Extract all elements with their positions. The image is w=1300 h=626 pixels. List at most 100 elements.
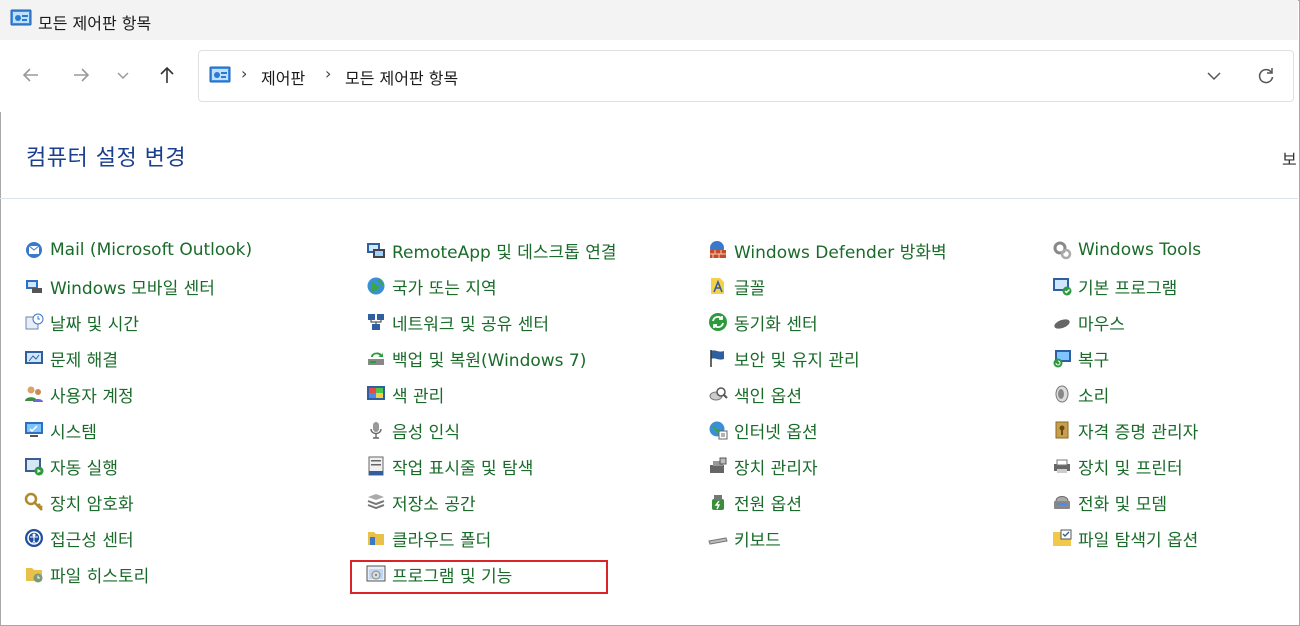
remoteapp-icon: [367, 243, 385, 258]
device-manager-icon: [710, 457, 727, 473]
item-devices-printers[interactable]: 장치 및 프린터: [1052, 448, 1300, 484]
network-icon: [368, 314, 384, 330]
system-icon: [25, 422, 43, 437]
item-windows-tools[interactable]: Windows Tools: [1052, 232, 1300, 268]
default-programs-icon: [1053, 278, 1072, 296]
devices-printers-icon: [1054, 459, 1070, 473]
item-fonts[interactable]: 글꼴: [708, 268, 1038, 304]
autoplay-icon: [25, 458, 44, 476]
arrow-left-icon: [22, 68, 38, 82]
page-title: 컴퓨터 설정 변경: [26, 146, 187, 171]
divider: [0, 198, 1298, 199]
item-device-manager[interactable]: 장치 관리자: [708, 448, 1038, 484]
breadcrumb-all-items[interactable]: 모든 제어판 항목: [345, 65, 458, 89]
keyboard-icon: [708, 537, 728, 545]
color-management-icon: [367, 386, 385, 400]
taskbar-icon: [368, 456, 384, 476]
item-device-encryption[interactable]: 장치 암호화: [24, 484, 354, 520]
items-column-2: RemoteApp 및 데스크톱 연결 국가 또는 지역 네트워크 및 공유 센…: [366, 232, 696, 592]
sync-center-icon: [709, 313, 727, 331]
refresh-button[interactable]: [1251, 61, 1281, 91]
back-button[interactable]: [16, 60, 46, 90]
region-icon: [367, 277, 385, 295]
view-by-label[interactable]: 보: [1282, 146, 1297, 170]
item-explorer-options[interactable]: 파일 탐색기 옵션: [1052, 520, 1300, 556]
explorer-options-icon: [1053, 529, 1072, 546]
items-column-3: Windows Defender 방화벽 글꼴 동기화 센터 보안 및 유지 관…: [708, 232, 1038, 556]
recent-locations-button[interactable]: [108, 60, 138, 90]
mouse-icon: [1054, 319, 1070, 329]
item-firewall[interactable]: Windows Defender 방화벽: [708, 232, 1038, 268]
item-region[interactable]: 국가 또는 지역: [366, 268, 696, 304]
item-cloud-folder[interactable]: 클라우드 폴더: [366, 520, 696, 556]
mobility-center-icon: [26, 280, 42, 293]
credential-manager-icon: [1055, 421, 1069, 439]
firewall-icon: [710, 241, 726, 258]
item-storage-spaces[interactable]: 저장소 공간: [366, 484, 696, 520]
item-credential-manager[interactable]: 자격 증명 관리자: [1052, 412, 1300, 448]
security-flag-icon: [710, 350, 724, 367]
fonts-icon: [711, 278, 724, 294]
user-accounts-icon: [25, 386, 43, 402]
arrow-right-icon: [74, 68, 90, 82]
navigation-bar: › 제어판 › 모든 제어판 항목: [0, 40, 1298, 112]
cloud-folder-icon: [368, 532, 384, 545]
item-autoplay[interactable]: 자동 실행: [24, 448, 354, 484]
up-button[interactable]: [152, 60, 182, 90]
backup-icon: [368, 352, 384, 365]
sound-icon: [1055, 385, 1069, 403]
refresh-icon: [1258, 68, 1274, 84]
item-phone-modem[interactable]: 전화 및 모뎀: [1052, 484, 1300, 520]
breadcrumb-control-panel[interactable]: 제어판: [261, 65, 305, 89]
items-column-4: Windows Tools 기본 프로그램 마우스 복구 소리 자격 증명 관리…: [1052, 232, 1300, 556]
file-history-icon: [26, 568, 43, 583]
item-system[interactable]: 시스템: [24, 412, 354, 448]
item-mobility-center[interactable]: Windows 모바일 센터: [24, 268, 354, 304]
item-color-management[interactable]: 색 관리: [366, 376, 696, 412]
breadcrumb-separator: ›: [325, 64, 332, 83]
item-security-maintenance[interactable]: 보안 및 유지 관리: [708, 340, 1038, 376]
item-keyboard[interactable]: 키보드: [708, 520, 1038, 556]
item-date-time[interactable]: 날짜 및 시간: [24, 304, 354, 340]
breadcrumb-separator: ›: [241, 64, 248, 83]
control-panel-icon: [209, 66, 231, 83]
item-backup[interactable]: 백업 및 복원(Windows 7): [366, 340, 696, 376]
address-history-button[interactable]: [1199, 61, 1229, 91]
arrow-up-icon: [160, 66, 174, 83]
item-default-programs[interactable]: 기본 프로그램: [1052, 268, 1300, 304]
item-network[interactable]: 네트워크 및 공유 센터: [366, 304, 696, 340]
item-indexing[interactable]: 색인 옵션: [708, 376, 1038, 412]
control-panel-items: Mail (Microsoft Outlook) Windows 모바일 센터 …: [0, 232, 1298, 602]
item-mail[interactable]: Mail (Microsoft Outlook): [24, 232, 354, 268]
item-ease-of-access[interactable]: 접근성 센터: [24, 520, 354, 556]
ease-of-access-icon: [25, 529, 43, 547]
title-bar: 모든 제어판 항목: [0, 0, 1298, 40]
item-mouse[interactable]: 마우스: [1052, 304, 1300, 340]
windows-tools-icon: [1053, 241, 1072, 260]
item-internet-options[interactable]: 인터넷 옵션: [708, 412, 1038, 448]
power-options-icon: [712, 495, 724, 510]
item-file-history[interactable]: 파일 히스토리: [24, 556, 354, 592]
window-title: 모든 제어판 항목: [38, 14, 152, 33]
item-taskbar[interactable]: 작업 표시줄 및 탐색: [366, 448, 696, 484]
item-user-accounts[interactable]: 사용자 계정: [24, 376, 354, 412]
item-sync-center[interactable]: 동기화 센터: [708, 304, 1038, 340]
items-column-1: Mail (Microsoft Outlook) Windows 모바일 센터 …: [24, 232, 354, 592]
forward-button[interactable]: [66, 60, 96, 90]
recovery-icon: [1053, 350, 1071, 368]
address-bar[interactable]: › 제어판 › 모든 제어판 항목: [198, 50, 1294, 102]
item-power-options[interactable]: 전원 옵션: [708, 484, 1038, 520]
item-recovery[interactable]: 복구: [1052, 340, 1300, 376]
item-remoteapp[interactable]: RemoteApp 및 데스크톱 연결: [366, 232, 696, 268]
chevron-down-icon: [117, 72, 129, 80]
speech-icon: [370, 422, 382, 439]
internet-options-icon: [709, 421, 728, 440]
item-sound[interactable]: 소리: [1052, 376, 1300, 412]
item-speech[interactable]: 음성 인식: [366, 412, 696, 448]
mail-icon: [26, 242, 42, 258]
device-encryption-icon: [24, 492, 43, 511]
phone-modem-icon: [1054, 496, 1070, 509]
item-troubleshoot[interactable]: 문제 해결: [24, 340, 354, 376]
date-time-icon: [25, 313, 44, 330]
troubleshoot-icon: [25, 351, 43, 364]
